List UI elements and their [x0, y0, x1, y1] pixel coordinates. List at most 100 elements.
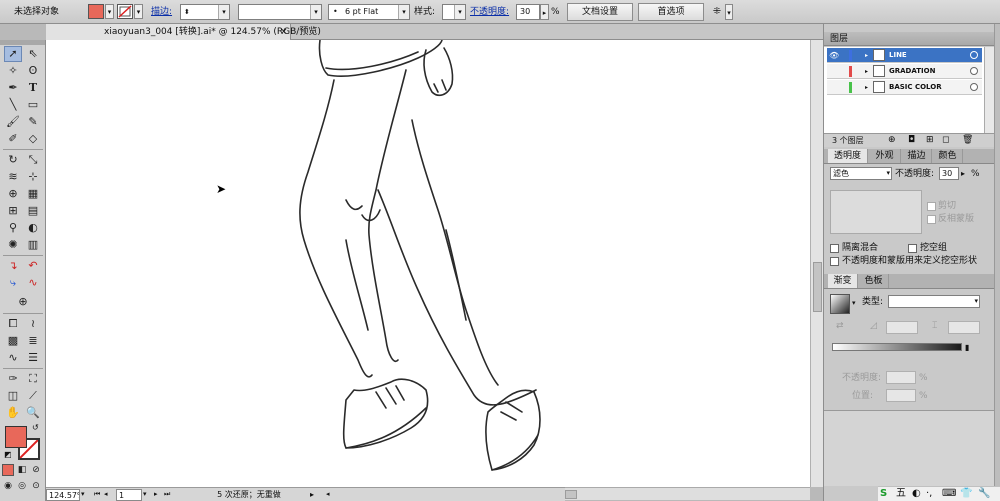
locate-object-icon[interactable]: ⊕	[888, 135, 896, 146]
delete-layer-icon[interactable]: 🗑	[962, 135, 973, 146]
clip-checkbox[interactable]	[927, 202, 936, 211]
ime-mode-label[interactable]: 五	[896, 487, 906, 501]
slice-icon[interactable]: ◫	[4, 388, 22, 404]
column-graph-icon[interactable]: ▥	[24, 237, 42, 253]
layer-target-icon[interactable]	[970, 51, 978, 59]
opacity-input[interactable]: 30	[516, 4, 540, 20]
magic-wand-icon[interactable]: ✧	[4, 63, 22, 79]
line-icon[interactable]: ╲	[4, 97, 22, 113]
invert-mask-checkbox[interactable]	[927, 215, 936, 224]
preferences-button[interactable]: 首选项	[638, 3, 704, 21]
reverse-gradient-icon[interactable]: ⇄	[836, 321, 844, 332]
stepper-icon[interactable]: ⬍	[184, 8, 190, 16]
tab-swatches[interactable]: 色板	[859, 274, 889, 288]
knockout-group-checkbox[interactable]	[908, 244, 917, 253]
paintbrush-icon[interactable]: 🖌	[4, 114, 22, 130]
layers-panel-title[interactable]: 图层	[824, 32, 994, 46]
gradient-icon[interactable]: ▤	[24, 203, 42, 219]
paint-bucket-icon[interactable]: ⛶	[24, 371, 42, 387]
anchor-curve-icon[interactable]: ↶	[24, 258, 42, 274]
variable-width-field[interactable]: ▾	[238, 4, 322, 20]
width-tool-icon[interactable]: ↴	[4, 258, 22, 274]
tab-stroke[interactable]: 描边	[902, 149, 932, 163]
stroke-link[interactable]: 描边:	[151, 0, 172, 24]
chevron-down-icon[interactable]: ▾	[218, 5, 229, 19]
rectangle-icon[interactable]: ▭	[24, 97, 42, 113]
blend-mode-select[interactable]: 滤色 ▾	[830, 167, 892, 180]
opacity-dropdown-arrow[interactable]: ▸	[540, 4, 549, 20]
soft-keyboard-icon[interactable]: ⌨	[942, 487, 956, 501]
join-path-icon[interactable]: ⤷	[4, 275, 22, 291]
artboard-canvas[interactable]: ➤	[46, 40, 810, 487]
arrange-dropdown-arrow[interactable]: ▾	[725, 4, 733, 20]
layers-panel-scrollbar[interactable]	[984, 47, 994, 133]
none-mode-icon[interactable]: ⊘	[30, 464, 42, 476]
expand-triangle-icon[interactable]: ▸	[865, 80, 868, 95]
brush-definition-field[interactable]: • 6 pt Flat ▾	[328, 4, 410, 20]
eyedropper-icon[interactable]: ⚲	[4, 220, 22, 236]
scale-icon[interactable]: ⤡	[24, 152, 42, 168]
aspect-ratio-input[interactable]	[948, 321, 980, 334]
expand-triangle-icon[interactable]: ▸	[865, 64, 868, 79]
last-page-icon[interactable]: ⏭	[164, 489, 170, 501]
color-mode-icon[interactable]	[2, 464, 14, 476]
prev-page-icon[interactable]: ◂	[104, 489, 108, 501]
brush-eyedropper-icon[interactable]: ✑	[4, 371, 22, 387]
panel-opacity-input[interactable]: 30	[939, 167, 959, 180]
tab-color[interactable]: 颜色	[933, 149, 963, 163]
angle-input[interactable]	[886, 321, 918, 334]
rotate-icon[interactable]: ↻	[4, 152, 22, 168]
chevron-down-icon[interactable]: ▾	[454, 5, 465, 19]
path-icon[interactable]: ∿	[4, 350, 22, 366]
document-tab[interactable]: xiaoyuan3_004 [转换].ai* @ 124.57% (RGB/预览…	[46, 24, 321, 40]
fill-swatch[interactable]	[88, 4, 104, 19]
chevron-down-icon[interactable]: ▾	[886, 168, 890, 179]
tab-gradient[interactable]: 渐变	[828, 274, 858, 288]
knife-icon[interactable]: ⟋	[24, 388, 42, 404]
draw-inside-icon[interactable]: ⊙	[30, 480, 42, 492]
direct-selection-icon[interactable]: ⇖	[24, 46, 42, 62]
arrange-documents-icon[interactable]: ⁜	[710, 4, 724, 20]
align-icon[interactable]: ☰	[24, 350, 42, 366]
target-icon[interactable]: ⊕	[14, 294, 32, 310]
draw-behind-icon[interactable]: ◎	[16, 480, 28, 492]
fill-color-swatch[interactable]	[5, 426, 27, 448]
page-dropdown-arrow[interactable]: ▾	[143, 489, 147, 501]
opacity-mask-knockout-checkbox[interactable]	[830, 257, 839, 266]
default-colors-icon[interactable]: ◩	[4, 450, 12, 459]
opacity-link[interactable]: 不透明度:	[470, 0, 509, 24]
chevron-down-icon[interactable]: ▾	[398, 5, 409, 19]
shape-builder-icon[interactable]: ⊕	[4, 186, 22, 202]
layer-row-gradation[interactable]: ▸ GRADATION	[827, 64, 982, 79]
gradient-slider-bar[interactable]	[832, 343, 962, 351]
half-width-icon[interactable]: ◐	[912, 487, 921, 501]
stroke-weight-field[interactable]: ⬍ ▾	[180, 4, 230, 20]
isolate-blending-checkbox[interactable]	[830, 244, 839, 253]
punctuation-icon[interactable]: ·,	[926, 487, 932, 501]
settings-icon[interactable]: 👕	[960, 487, 972, 501]
pen-icon[interactable]: ✒	[4, 80, 22, 96]
status-menu-arrow[interactable]: ▸	[310, 489, 314, 501]
eye-icon[interactable]: 👁	[829, 48, 839, 63]
expand-triangle-icon[interactable]: ▸	[865, 48, 868, 63]
zoom-icon[interactable]: 🔍	[24, 405, 42, 421]
layer-row-line[interactable]: 👁 ▸ LINE	[827, 48, 982, 63]
lasso-icon[interactable]: ʘ	[24, 63, 42, 79]
perspective-icon[interactable]: ▦	[24, 186, 42, 202]
tab-transparency[interactable]: 透明度	[828, 149, 868, 163]
chevron-down-icon[interactable]: ▾	[974, 296, 978, 307]
page-field[interactable]: 1	[116, 489, 142, 501]
new-layer-icon[interactable]: ◻	[942, 135, 949, 146]
next-page-icon[interactable]: ▸	[154, 489, 158, 501]
symbol-sprayer-icon[interactable]: ✺	[4, 237, 22, 253]
horizontal-scrollbar[interactable]	[565, 487, 810, 500]
document-setup-button[interactable]: 文档设置	[567, 3, 633, 21]
layer-row-basic-color[interactable]: ▸ BASIC COLOR	[827, 80, 982, 95]
ribbon-icon[interactable]: ≀	[24, 316, 42, 332]
type-icon[interactable]: T	[24, 80, 42, 96]
clipping-mask-icon[interactable]: ◘	[908, 135, 915, 146]
vertical-scrollbar[interactable]	[810, 40, 823, 487]
draw-normal-icon[interactable]: ◉	[2, 480, 14, 492]
swap-colors-icon[interactable]: ↺	[32, 423, 39, 432]
zoom-dropdown-arrow[interactable]: ▾	[81, 489, 89, 501]
